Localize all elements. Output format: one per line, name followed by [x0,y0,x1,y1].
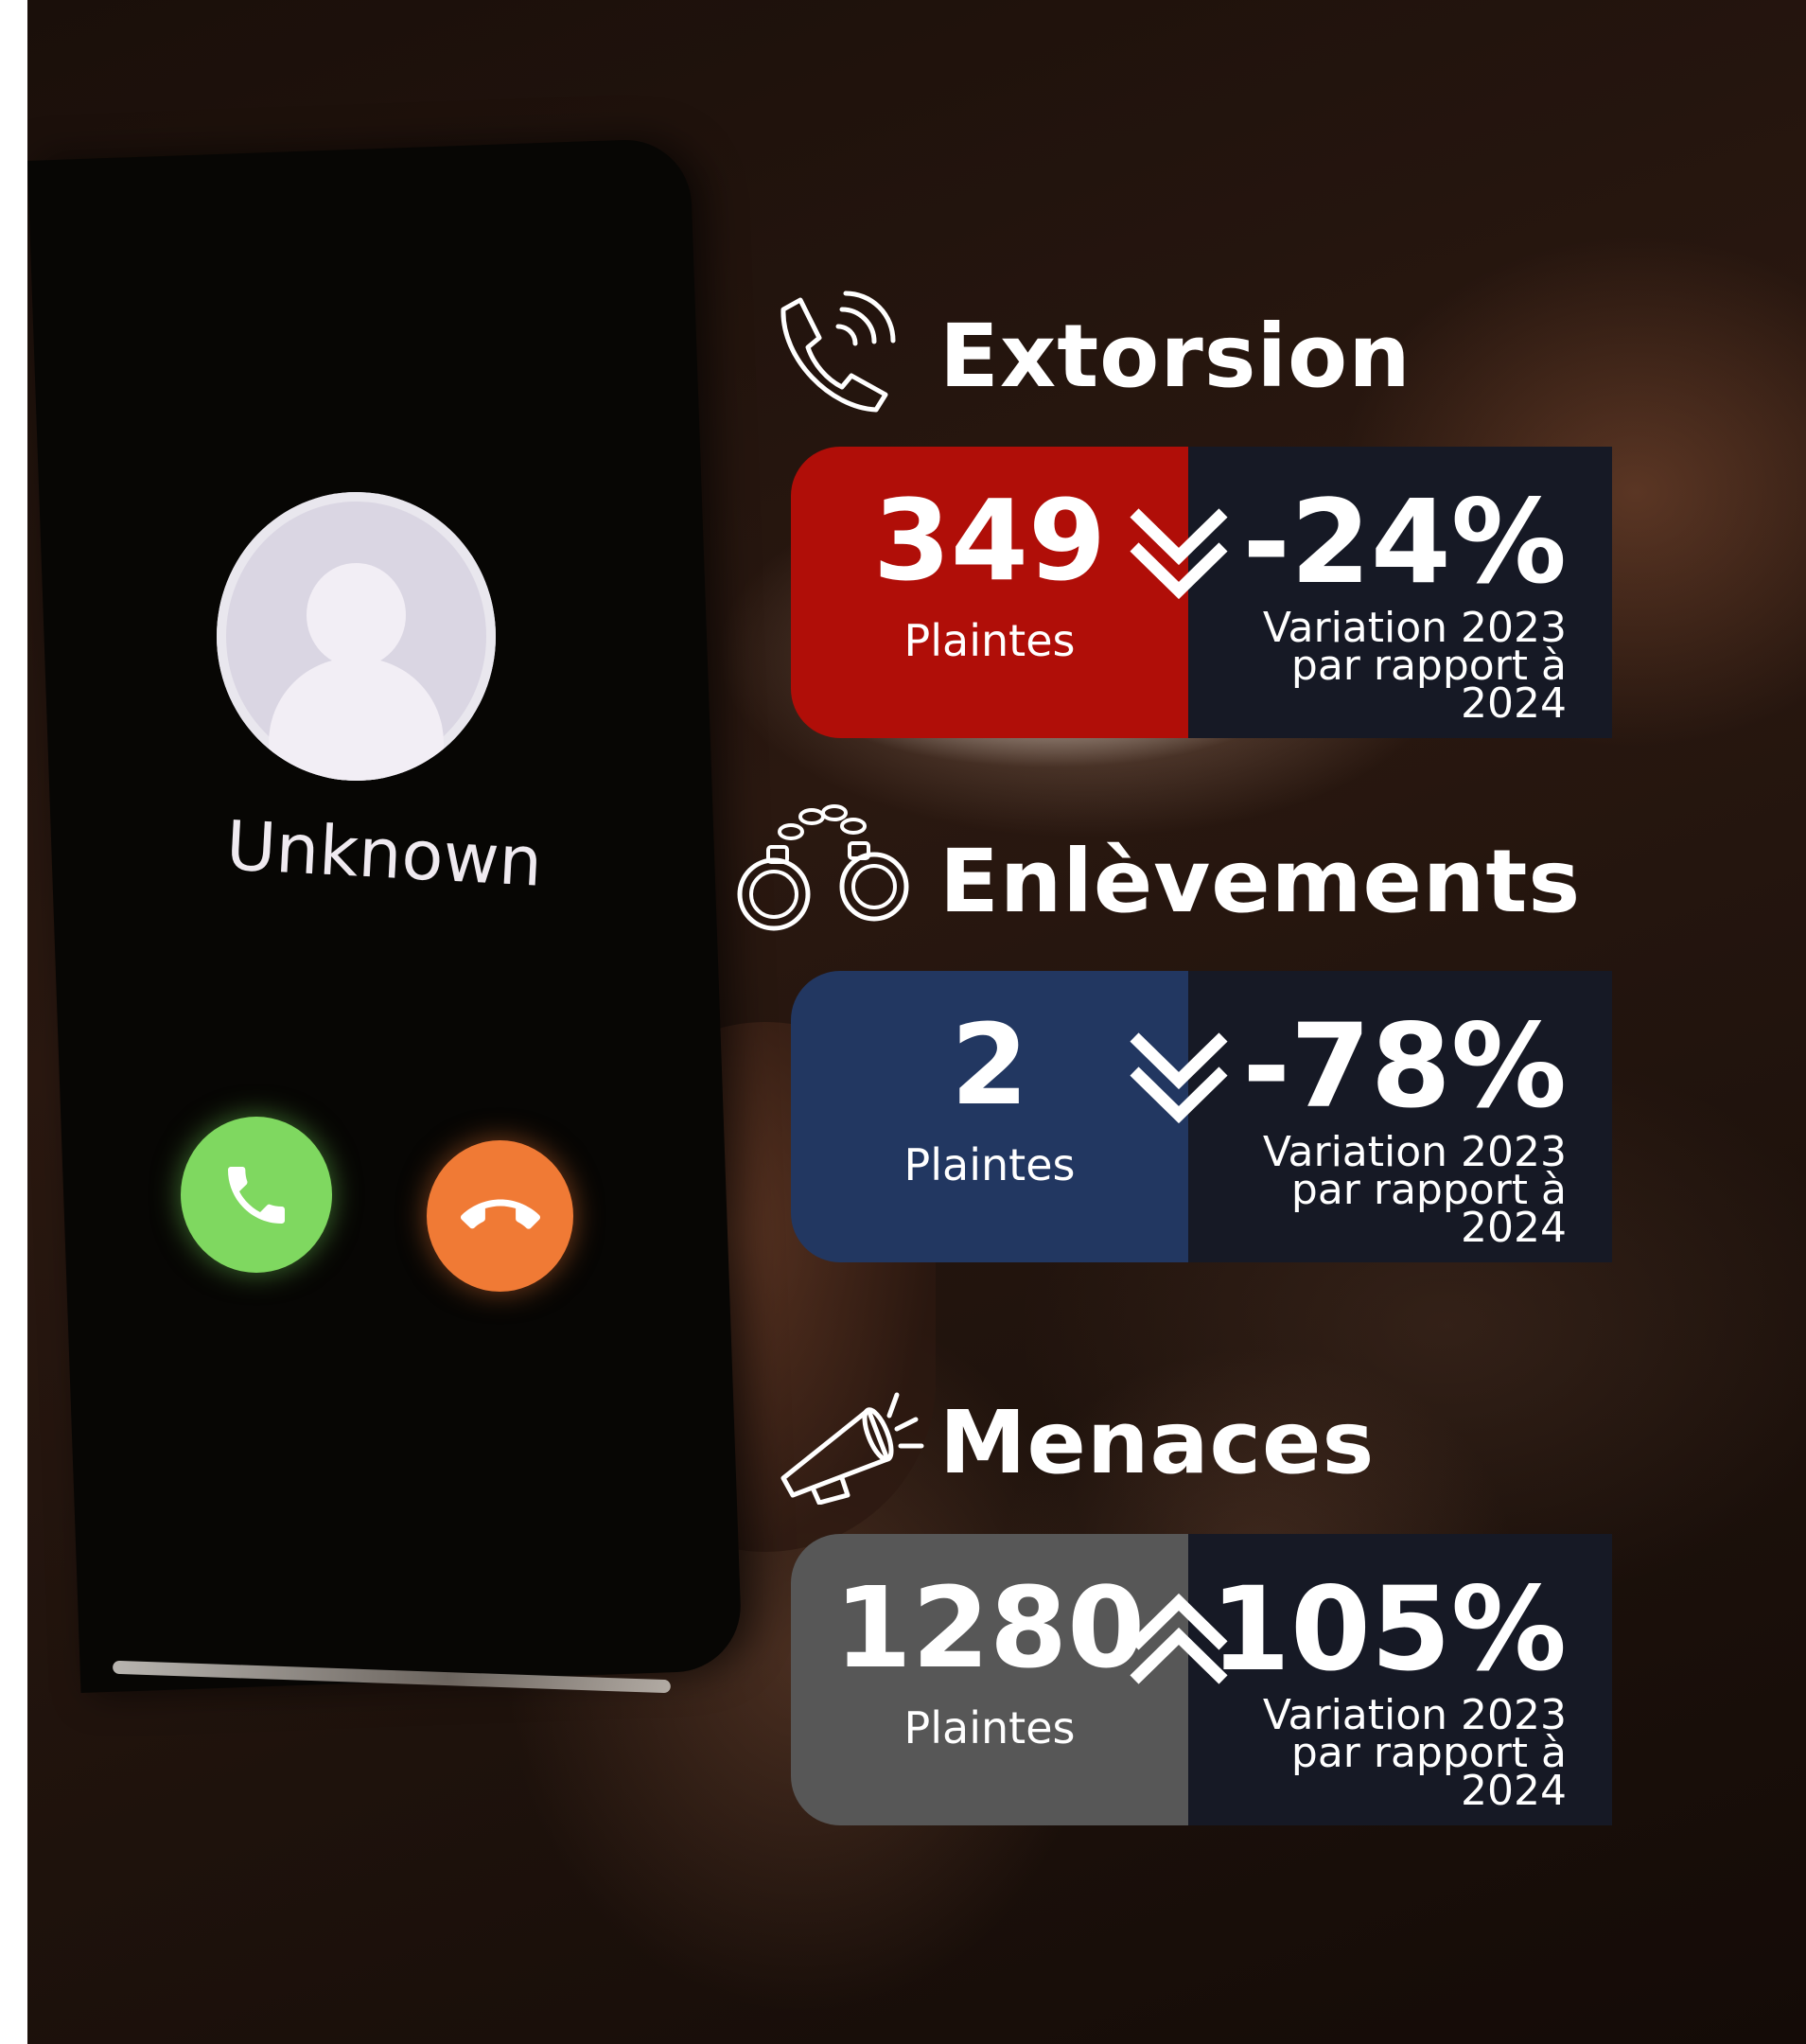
section-title-menaces: Menaces [939,1392,1376,1493]
handcuffs-icon [737,804,909,931]
section-title-enlevements: Enlèvements [939,831,1582,932]
complaint-label: Plaintes [903,615,1076,666]
phone-icon [228,1166,285,1224]
variation-percent: 105% [1210,1562,1567,1697]
caller-avatar [217,492,496,781]
caller-name: Unknown [224,805,545,902]
double-chevron-down-icon [1130,1032,1228,1124]
accept-call-button [181,1117,332,1273]
double-chevron-down-icon [1130,508,1228,600]
megaphone-icon [780,1392,924,1505]
stat-card-enlevements: 2 Plaintes -78% Variation 2023 par rappo… [791,971,1612,1262]
stat-card-menaces: 1280 Plaintes 105% Variation 2023 par ra… [791,1534,1612,1825]
decline-call-button [427,1140,573,1292]
variation-percent: -24% [1242,475,1567,609]
phone-ringing-icon [780,291,896,413]
section-title-extorsion: Extorsion [939,306,1411,407]
variation-label: Variation 2023 par rapport à 2024 [1262,604,1567,728]
variation-label: Variation 2023 par rapport à 2024 [1262,1691,1567,1815]
complaint-label: Plaintes [903,1702,1076,1753]
variation-label: Variation 2023 par rapport à 2024 [1262,1128,1567,1252]
phone [27,137,744,1694]
hang-up-icon [460,1199,540,1229]
stat-card-extorsion: 349 Plaintes -24% Variation 2023 par rap… [791,447,1612,738]
variation-percent: -78% [1242,999,1567,1134]
complaint-label: Plaintes [903,1139,1076,1190]
